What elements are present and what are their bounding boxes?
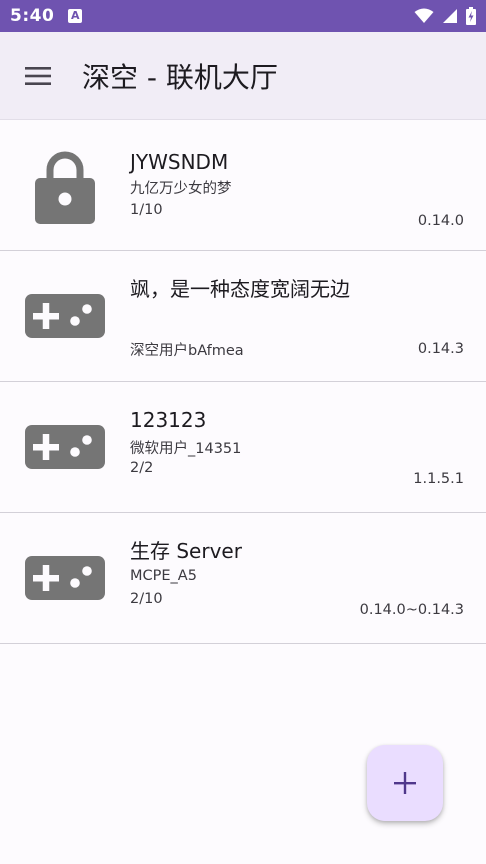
status-time: 5:40 [10, 6, 55, 26]
menu-icon [25, 66, 51, 85]
wifi-icon [414, 8, 434, 23]
status-bar: 5:40 A [0, 0, 486, 32]
room-owner: 深空用户bAfmea [130, 343, 244, 359]
menu-button[interactable] [0, 32, 76, 120]
room-player-count: 2/2 [130, 460, 154, 476]
room-player-count: 2/10 [130, 591, 163, 607]
room-list: JYWSNDM 九亿万少女的梦 1/10 0.14.0 飒，是一种态度宽阔无边 … [0, 120, 486, 644]
page-title: 深空 - 联机大厅 [82, 60, 278, 94]
lock-icon [24, 148, 106, 224]
room-name: 飒，是一种态度宽阔无边 [130, 277, 350, 301]
room-version: 0.14.3 [417, 341, 464, 357]
room-owner: 微软用户_14351 [130, 441, 242, 457]
room-item[interactable]: 飒，是一种态度宽阔无边 深空用户bAfmea 0.14.3 [0, 251, 486, 382]
room-version: 1.1.5.1 [413, 471, 464, 487]
a-icon: A [68, 9, 83, 23]
app-bar: 深空 - 联机大厅 [0, 32, 486, 120]
room-owner: 九亿万少女的梦 [130, 181, 232, 197]
add-room-button[interactable] [367, 745, 443, 821]
plus-icon [394, 772, 416, 794]
battery-charging-icon [466, 7, 476, 25]
room-name: JYWSNDM [130, 150, 229, 174]
room-player-count: 1/10 [130, 202, 163, 218]
gamepad-icon [24, 556, 106, 600]
room-owner: MCPE_A5 [130, 568, 197, 584]
status-icons [414, 7, 476, 25]
room-version: 0.14.0 [417, 213, 464, 229]
gamepad-icon [24, 294, 106, 338]
gamepad-icon [24, 425, 106, 469]
signal-icon [443, 9, 457, 23]
room-name: 生存 Server [130, 539, 242, 563]
room-item[interactable]: 123123 微软用户_14351 2/2 1.1.5.1 [0, 382, 486, 513]
room-item[interactable]: JYWSNDM 九亿万少女的梦 1/10 0.14.0 [0, 120, 486, 251]
room-item[interactable]: 生存 Server MCPE_A5 2/10 0.14.0~0.14.3 [0, 513, 486, 644]
room-version: 0.14.0~0.14.3 [359, 602, 464, 618]
room-name: 123123 [130, 408, 207, 432]
